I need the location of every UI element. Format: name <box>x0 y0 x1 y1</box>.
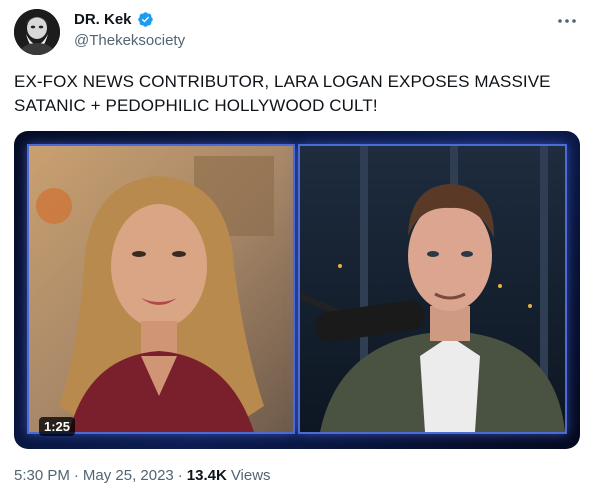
verified-badge-icon <box>137 12 153 27</box>
author-avatar[interactable] <box>14 9 60 55</box>
tweet-text-line: EX-FOX NEWS CONTRIBUTOR, LARA LOGAN EXPO… <box>14 72 551 91</box>
author-name-row[interactable]: DR. Kek <box>74 11 154 28</box>
tweet-text: EX-FOX NEWS CONTRIBUTOR, LARA LOGAN EXPO… <box>14 70 574 118</box>
author-name[interactable]: DR. Kek <box>74 11 132 28</box>
video-frame-right <box>300 146 565 432</box>
meta-separator: · <box>177 467 183 484</box>
views-label: Views <box>230 467 271 484</box>
tweet-date[interactable]: May 25, 2023 <box>83 467 174 484</box>
meta-separator: · <box>73 467 79 484</box>
tweet-card: DR. Kek @Thekeksociety EX-FOX NEWS CONTR… <box>0 0 599 493</box>
tweet-time[interactable]: 5:30 PM <box>14 467 70 484</box>
views-count: 13.4K <box>186 467 227 484</box>
tweet-meta: 5:30 PM · May 25, 2023 · 13.4K Views <box>14 467 271 484</box>
tweet-text-line: SATANIC + PEDOPHILIC HOLLYWOOD CULT! <box>14 96 378 115</box>
more-options-icon[interactable] <box>555 12 579 30</box>
video-duration: 1:25 <box>39 417 76 436</box>
video-player[interactable]: 1:25 <box>14 131 580 449</box>
author-handle[interactable]: @Thekeksociety <box>74 32 185 49</box>
video-frame-left <box>29 146 293 432</box>
